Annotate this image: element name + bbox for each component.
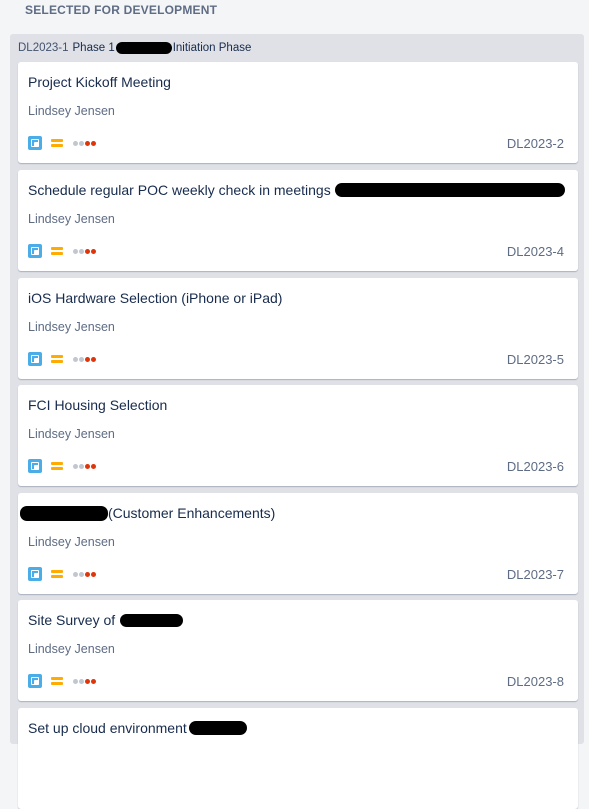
- card-title-text: (Customer Enhancements): [108, 505, 276, 521]
- story-icon: [28, 674, 42, 688]
- card-title[interactable]: Set up cloud environment: [28, 720, 566, 736]
- card-title[interactable]: Project Kickoff Meeting: [28, 74, 566, 90]
- story-icon: [28, 567, 42, 581]
- medium-priority-icon: [51, 461, 63, 471]
- epic-key[interactable]: DL2023-1: [18, 42, 69, 54]
- card-footer: DL2023-7: [28, 566, 564, 582]
- epic-label-suffix: Initiation Phase: [172, 42, 252, 54]
- medium-priority-icon: [51, 676, 63, 686]
- redacted-text: [115, 42, 172, 54]
- card-assignee: Lindsey Jensen: [28, 642, 115, 656]
- issue-card[interactable]: Schedule regular POC weekly check in mee…: [18, 170, 578, 271]
- redacted-text: [188, 721, 247, 735]
- column-title: SELECTED FOR DEVELOPMENT: [25, 3, 218, 17]
- story-icon: [28, 244, 42, 258]
- medium-priority-icon: [51, 138, 63, 148]
- issue-card[interactable]: (Customer Enhancements) Lindsey Jensen D…: [18, 493, 578, 594]
- card-footer: DL2023-5: [28, 351, 564, 367]
- card-title-text: Site Survey of: [28, 612, 116, 628]
- estimate-dots-icon: [73, 463, 97, 469]
- estimate-dots-icon: [73, 248, 97, 254]
- card-key[interactable]: DL2023-6: [507, 459, 564, 474]
- medium-priority-icon: [51, 354, 63, 364]
- card-key[interactable]: DL2023-8: [507, 674, 564, 689]
- card-footer: DL2023-8: [28, 673, 564, 689]
- estimate-dots-icon: [73, 678, 97, 684]
- card-title-text: FCI Housing Selection: [28, 397, 168, 413]
- card-title-text: Project Kickoff Meeting: [28, 74, 171, 90]
- card-assignee: Lindsey Jensen: [28, 320, 115, 334]
- issue-card[interactable]: Set up cloud environment: [18, 708, 578, 809]
- card-assignee: Lindsey Jensen: [28, 535, 115, 549]
- estimate-dots-icon: [73, 140, 97, 146]
- card-title[interactable]: Site Survey of: [28, 612, 566, 628]
- card-title[interactable]: (Customer Enhancements): [20, 505, 566, 521]
- card-assignee: Lindsey Jensen: [28, 427, 115, 441]
- card-title[interactable]: iOS Hardware Selection (iPhone or iPad): [28, 290, 566, 306]
- estimate-dots-icon: [73, 571, 97, 577]
- issue-card[interactable]: FCI Housing Selection Lindsey Jensen DL2…: [18, 385, 578, 486]
- card-title[interactable]: FCI Housing Selection: [28, 397, 566, 413]
- story-icon: [28, 136, 42, 150]
- estimate-dots-icon: [73, 356, 97, 362]
- redacted-text: [20, 505, 108, 521]
- card-footer: DL2023-6: [28, 458, 564, 474]
- story-icon: [28, 352, 42, 366]
- card-key[interactable]: DL2023-2: [507, 136, 564, 151]
- redacted-text: [120, 613, 184, 627]
- medium-priority-icon: [51, 246, 63, 256]
- issue-card[interactable]: iOS Hardware Selection (iPhone or iPad) …: [18, 278, 578, 379]
- card-key[interactable]: DL2023-7: [507, 567, 564, 582]
- card-title[interactable]: Schedule regular POC weekly check in mee…: [28, 182, 566, 198]
- redacted-text: [334, 183, 565, 197]
- card-assignee: Lindsey Jensen: [28, 212, 115, 226]
- card-key[interactable]: DL2023-5: [507, 352, 564, 367]
- epic-label-prefix: Phase 1: [72, 42, 115, 54]
- card-title-text: Schedule regular POC weekly check in mee…: [28, 182, 331, 198]
- medium-priority-icon: [51, 569, 63, 579]
- issue-card[interactable]: Site Survey of Lindsey Jensen DL2023-8: [18, 600, 578, 701]
- card-footer: DL2023-2: [28, 135, 564, 151]
- card-footer: DL2023-4: [28, 243, 564, 259]
- card-title-text: Set up cloud environment: [28, 720, 187, 736]
- issue-card[interactable]: Project Kickoff Meeting Lindsey Jensen D…: [18, 62, 578, 163]
- column-header: SELECTED FOR DEVELOPMENT: [0, 0, 589, 34]
- card-title-text: iOS Hardware Selection (iPhone or iPad): [28, 290, 283, 306]
- epic-swimlane-header[interactable]: DL2023-1 Phase 1 Initiation Phase: [18, 40, 251, 56]
- card-assignee: Lindsey Jensen: [28, 104, 115, 118]
- story-icon: [28, 459, 42, 473]
- card-key[interactable]: DL2023-4: [507, 244, 564, 259]
